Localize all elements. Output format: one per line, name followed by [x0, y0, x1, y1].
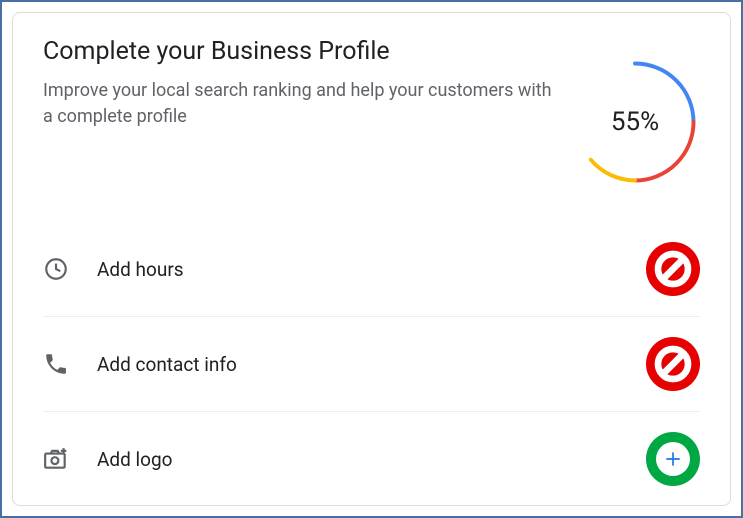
add-button[interactable] [656, 442, 690, 476]
camera-plus-icon [43, 446, 69, 472]
list-item-hours[interactable]: Add hours [43, 222, 700, 316]
clock-icon [43, 256, 69, 282]
progress-percent: 55% [611, 107, 659, 137]
allowed-icon [646, 432, 700, 486]
page-subtitle: Improve your local search ranking and he… [43, 78, 560, 130]
profile-card: Complete your Business Profile Improve y… [12, 12, 731, 506]
annotation-frame: Complete your Business Profile Improve y… [0, 0, 743, 518]
item-label: Add hours [97, 258, 646, 281]
action-slot [646, 242, 700, 296]
item-label: Add logo [97, 448, 646, 471]
item-label: Add contact info [97, 353, 646, 376]
task-list: Add hours [43, 222, 700, 506]
header-text: Complete your Business Profile Improve y… [43, 37, 570, 130]
action-slot [646, 432, 700, 486]
list-item-logo[interactable]: Add logo [43, 411, 700, 506]
progress-ring: 55% [570, 57, 700, 187]
header-row: Complete your Business Profile Improve y… [43, 37, 700, 187]
prohibited-icon [646, 242, 700, 296]
prohibited-icon [646, 337, 700, 391]
list-item-contact[interactable]: Add contact info [43, 316, 700, 411]
phone-icon [43, 351, 69, 377]
action-slot [646, 337, 700, 391]
page-title: Complete your Business Profile [43, 37, 560, 66]
